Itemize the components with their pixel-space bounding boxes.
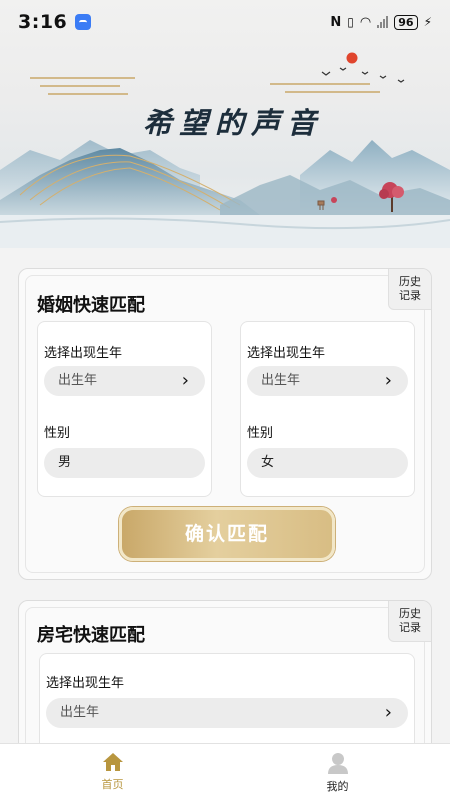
left-person-panel: 选择出现生年 出生年 › 性别 男: [37, 321, 212, 497]
card-title: 房宅快速匹配: [37, 625, 145, 646]
card-title: 婚姻快速匹配: [37, 295, 145, 316]
history-label-1: 历史: [399, 275, 421, 288]
history-button[interactable]: 历史 记录: [388, 269, 431, 310]
birth-year-placeholder: 出生年: [261, 373, 301, 388]
wifi-icon: ◠: [359, 14, 372, 30]
gender-field[interactable]: 女: [247, 448, 408, 478]
gender-value: 女: [261, 455, 275, 470]
charging-icon: ⚡: [423, 15, 432, 29]
year-label: 选择出现生年: [44, 346, 123, 361]
history-label-2: 记录: [399, 621, 421, 634]
history-button[interactable]: 历史 记录: [388, 601, 431, 642]
vibrate-icon: ▯: [347, 15, 354, 29]
marriage-match-card: 婚姻快速匹配 历史 记录 选择出现生年 出生年 › 性别 男 选择出现生年 出生…: [18, 268, 432, 580]
app-notification-icon: [75, 14, 92, 30]
chevron-right-icon: ›: [384, 370, 392, 391]
nav-mine-label: 我的: [326, 780, 349, 793]
right-person-panel: 选择出现生年 出生年 › 性别 女: [240, 321, 415, 497]
year-label: 选择出现生年: [46, 676, 125, 691]
home-icon: [102, 753, 123, 771]
birth-year-select[interactable]: 出生年 ›: [44, 366, 205, 396]
birth-year-placeholder: 出生年: [58, 373, 98, 388]
year-label: 选择出现生年: [247, 346, 326, 361]
birth-year-select[interactable]: 出生年 ›: [46, 698, 408, 728]
user-icon: [327, 753, 348, 774]
chevron-right-icon: ›: [384, 702, 392, 723]
battery-icon: 96: [394, 14, 418, 30]
bottom-nav: 首页 我的: [0, 743, 450, 801]
gender-label: 性别: [247, 426, 274, 441]
gender-label: 性别: [44, 426, 71, 441]
banner-title: 希望的声音: [143, 106, 324, 140]
gender-field[interactable]: 男: [44, 448, 205, 478]
status-bar: 3:16 N ▯ ◠ 96 ⚡: [0, 0, 450, 44]
birth-year-select[interactable]: 出生年 ›: [247, 366, 408, 396]
history-label-2: 记录: [399, 289, 421, 302]
signal-icon: [377, 16, 389, 28]
chevron-right-icon: ›: [181, 370, 189, 391]
history-label-1: 历史: [399, 607, 421, 620]
nav-home-label: 首页: [101, 778, 124, 791]
birth-year-placeholder: 出生年: [60, 705, 100, 720]
gender-value: 男: [58, 455, 72, 470]
nav-home[interactable]: 首页: [0, 744, 225, 801]
confirm-match-button[interactable]: 确认匹配: [119, 507, 335, 561]
nfc-icon: N: [330, 14, 342, 30]
status-time: 3:16: [18, 11, 68, 33]
nav-mine[interactable]: 我的: [225, 744, 450, 801]
